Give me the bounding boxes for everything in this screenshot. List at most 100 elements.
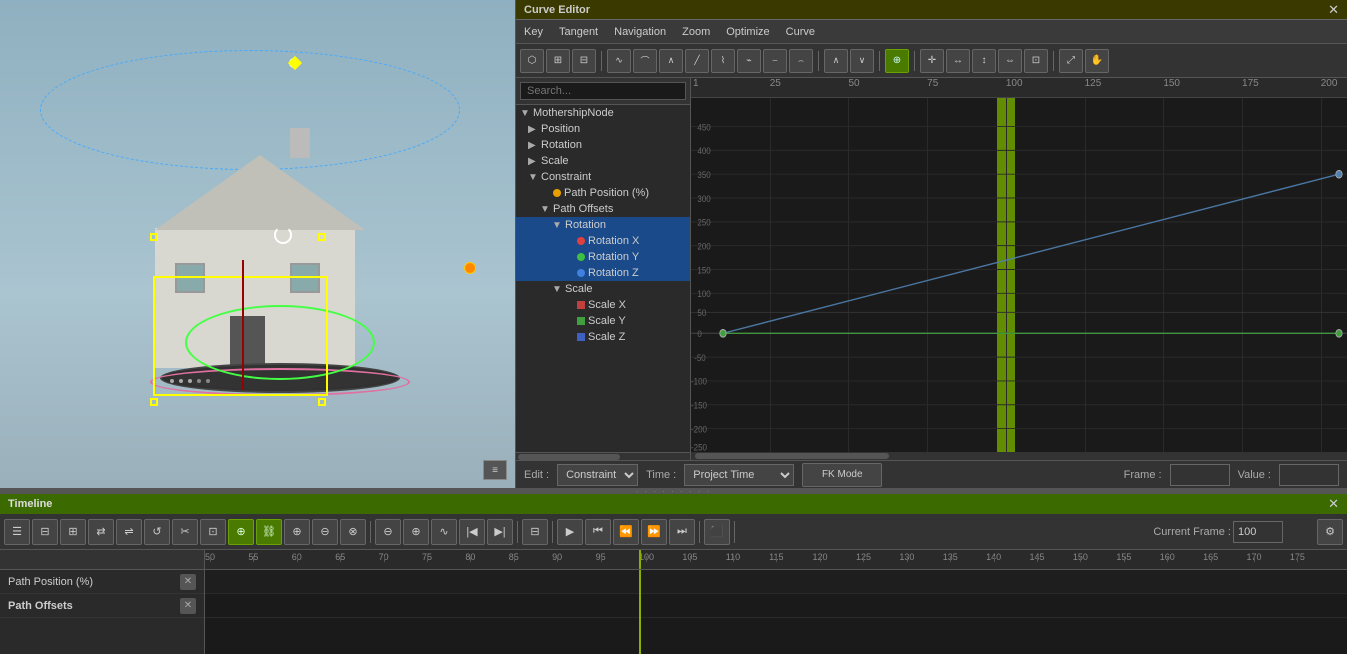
- tb-curve6[interactable]: ⌁: [737, 49, 761, 73]
- track-row-po: [205, 594, 1347, 618]
- tb-fit[interactable]: ⊡: [1024, 49, 1048, 73]
- curve-editor-close[interactable]: ✕: [1328, 2, 1339, 18]
- tl-to-end[interactable]: ⏭: [669, 519, 695, 545]
- tl-add-key[interactable]: ⊕: [284, 519, 310, 545]
- scale-z-label: Scale Z: [588, 331, 625, 343]
- menu-zoom[interactable]: Zoom: [682, 26, 710, 38]
- track-close-po[interactable]: ✕: [180, 598, 196, 614]
- tl-expand[interactable]: ⊟: [32, 519, 58, 545]
- graph-scrollbar-thumb[interactable]: [695, 453, 889, 459]
- tl-chain[interactable]: ⛓: [256, 519, 282, 545]
- tb-keys[interactable]: ⊕: [885, 49, 909, 73]
- tb-curve8[interactable]: ⌢: [789, 49, 813, 73]
- tl-filter[interactable]: ☰: [4, 519, 30, 545]
- tl-zoom-in[interactable]: ⊕: [403, 519, 429, 545]
- tb-tangent1[interactable]: ∧: [824, 49, 848, 73]
- expand-position: ▶: [528, 124, 538, 135]
- time-select[interactable]: Project Time: [684, 464, 794, 486]
- tree-node-scale-x[interactable]: ▶ Scale X: [516, 297, 690, 313]
- tl-collapse[interactable]: ⊞: [60, 519, 86, 545]
- tree-node-mothership[interactable]: ▼ MothershipNode: [516, 105, 690, 121]
- menu-tangent[interactable]: Tangent: [559, 26, 598, 38]
- track-label-path-position: Path Position (%) ✕: [0, 570, 204, 594]
- tl-unlink[interactable]: ⇌: [116, 519, 142, 545]
- tb-expand[interactable]: ⤢: [1059, 49, 1083, 73]
- tree-node-rot-group[interactable]: ▼ Rotation: [516, 217, 690, 233]
- viewport[interactable]: ≡: [0, 0, 515, 488]
- tb-group[interactable]: ⊞: [546, 49, 570, 73]
- menu-optimize[interactable]: Optimize: [726, 26, 769, 38]
- tree-node-path-offsets[interactable]: ▼ Path Offsets: [516, 201, 690, 217]
- tb-select[interactable]: ⬡: [520, 49, 544, 73]
- tb-curve7[interactable]: ⌣: [763, 49, 787, 73]
- tl-zoom-out[interactable]: ⊖: [375, 519, 401, 545]
- tl-snap[interactable]: ⊗: [340, 519, 366, 545]
- timeline-close[interactable]: ✕: [1328, 496, 1339, 512]
- current-frame-input[interactable]: [1233, 521, 1283, 543]
- tl-output[interactable]: ⊟: [522, 519, 548, 545]
- tree-node-scale-group[interactable]: ▼ Scale: [516, 281, 690, 297]
- tl-link[interactable]: ⇄: [88, 519, 114, 545]
- info-button[interactable]: ≡: [483, 460, 507, 480]
- tree-node-scale-z[interactable]: ▶ Scale Z: [516, 329, 690, 345]
- tl-marker2[interactable]: ▶|: [487, 519, 513, 545]
- edit-select[interactable]: Constraint: [557, 464, 638, 486]
- ruler-165: 165: [1203, 550, 1218, 562]
- tb-scale-v[interactable]: ↕: [972, 49, 996, 73]
- tb-move[interactable]: ✛: [920, 49, 944, 73]
- tl-del-key[interactable]: ⊖: [312, 519, 338, 545]
- tree-node-scale-y[interactable]: ▶ Scale Y: [516, 313, 690, 329]
- tree-scrollbar-thumb[interactable]: [518, 454, 620, 460]
- tree-node-rotation[interactable]: ▶ Rotation: [516, 137, 690, 153]
- tb-curve4[interactable]: ╱: [685, 49, 709, 73]
- tb-layers[interactable]: ⊟: [572, 49, 596, 73]
- tick-1: 1: [693, 78, 699, 89]
- tl-copy[interactable]: ⊡: [200, 519, 226, 545]
- tl-next[interactable]: ⏩: [641, 519, 667, 545]
- tree-search-input[interactable]: [520, 82, 686, 100]
- timeline-right: 50 55 60 65 70 75 80 85 90 95 100 105 11…: [205, 550, 1347, 654]
- tl-prev[interactable]: ⏪: [613, 519, 639, 545]
- tb-hand[interactable]: ✋: [1085, 49, 1109, 73]
- graph-scrollbar-h[interactable]: [691, 452, 1347, 460]
- handle-bl: [150, 398, 158, 406]
- tree-node-rot-y[interactable]: ▶ Rotation Y: [516, 249, 690, 265]
- tl-play[interactable]: ▶: [557, 519, 583, 545]
- tl-cut[interactable]: ✂: [172, 519, 198, 545]
- tb-curve1[interactable]: ∿: [607, 49, 631, 73]
- menu-key[interactable]: Key: [524, 26, 543, 38]
- tb-tangent2[interactable]: ∨: [850, 49, 874, 73]
- tree-node-rot-z[interactable]: ▶ Rotation Z: [516, 265, 690, 281]
- tl-wave[interactable]: ∿: [431, 519, 457, 545]
- tb-scale-h[interactable]: ↔: [946, 49, 970, 73]
- svg-text:-50: -50: [694, 352, 706, 363]
- tree-node-path-position[interactable]: ▶ Path Position (%): [516, 185, 690, 201]
- tick-150: 150: [1163, 78, 1180, 89]
- tb-curve5[interactable]: ⌇: [711, 49, 735, 73]
- track-labels-area: Path Position (%) ✕ Path Offsets ✕: [0, 570, 204, 654]
- ruler-100: 100: [639, 550, 654, 562]
- tree-node-scale[interactable]: ▶ Scale: [516, 153, 690, 169]
- tl-undo[interactable]: ↺: [144, 519, 170, 545]
- tb-curve2[interactable]: ⌒: [633, 49, 657, 73]
- menu-curve[interactable]: Curve: [786, 26, 815, 38]
- ruler-65: 65: [335, 550, 345, 562]
- tb-mirror[interactable]: ⇔: [998, 49, 1022, 73]
- tree-node-position[interactable]: ▶ Position: [516, 121, 690, 137]
- tl-record[interactable]: ⊕: [228, 519, 254, 545]
- tb-curve3[interactable]: ∧: [659, 49, 683, 73]
- frame-input[interactable]: [1170, 464, 1230, 486]
- graph-area[interactable]: 1 25 50 75 100 125 150 175 200: [691, 78, 1347, 460]
- menu-navigation[interactable]: Navigation: [614, 26, 666, 38]
- tree-scrollbar-horizontal[interactable]: [516, 452, 690, 460]
- tree-node-constraint[interactable]: ▼ Constraint: [516, 169, 690, 185]
- curve-editor-title: Curve Editor: [524, 4, 590, 16]
- tl-to-start[interactable]: ⏮: [585, 519, 611, 545]
- tl-render[interactable]: ⬛: [704, 519, 730, 545]
- tree-node-rot-x[interactable]: ▶ Rotation X: [516, 233, 690, 249]
- track-close-pp[interactable]: ✕: [180, 574, 196, 590]
- value-input[interactable]: [1279, 464, 1339, 486]
- tl-marker[interactable]: |◀: [459, 519, 485, 545]
- tl-settings[interactable]: ⚙: [1317, 519, 1343, 545]
- fk-mode-button[interactable]: FK Mode: [802, 463, 882, 487]
